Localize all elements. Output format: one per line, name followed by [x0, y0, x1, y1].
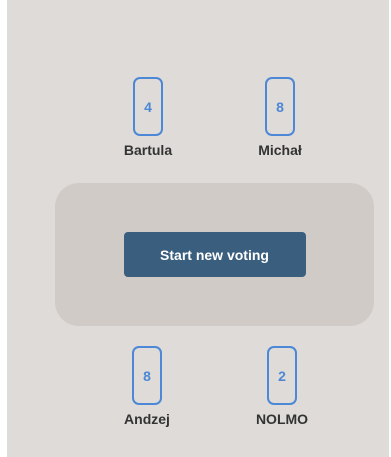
player-name: NOLMO: [255, 411, 309, 427]
player-name: Michał: [258, 142, 302, 158]
voting-room: 4 Bartula 8 Michał Start new voting 8 An…: [7, 0, 389, 457]
player-card: 4: [133, 77, 163, 136]
player-andzej: 8 Andzej: [102, 346, 192, 427]
player-card: 8: [132, 346, 162, 405]
player-card: 2: [267, 346, 297, 405]
start-new-voting-button[interactable]: Start new voting: [123, 232, 306, 277]
player-card: 8: [265, 77, 295, 136]
player-name: Bartula: [123, 142, 173, 158]
player-michal: 8 Michał: [235, 77, 325, 158]
player-name: Andzej: [124, 411, 170, 427]
voting-table: Start new voting: [55, 183, 374, 326]
player-bartula: 4 Bartula: [103, 77, 193, 158]
player-nolmo: 2 NOLMO: [237, 346, 327, 427]
